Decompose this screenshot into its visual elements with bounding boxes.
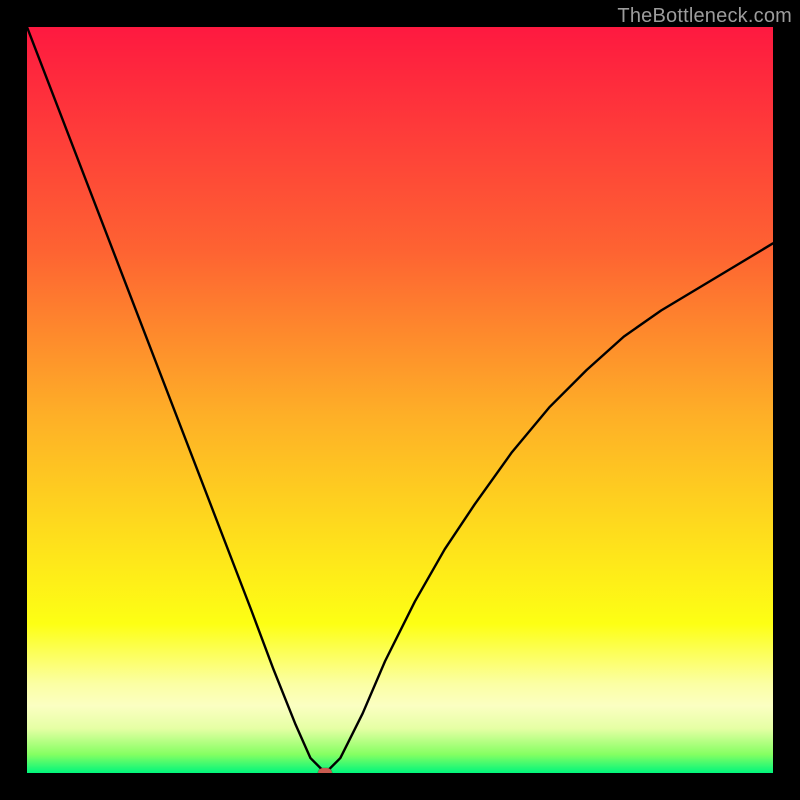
marker-dot bbox=[318, 768, 332, 773]
watermark-label: TheBottleneck.com bbox=[617, 5, 792, 28]
plot-svg bbox=[27, 27, 773, 773]
gradient-background bbox=[27, 27, 773, 773]
chart-frame: TheBottleneck.com bbox=[0, 0, 800, 800]
plot-area bbox=[27, 27, 773, 773]
